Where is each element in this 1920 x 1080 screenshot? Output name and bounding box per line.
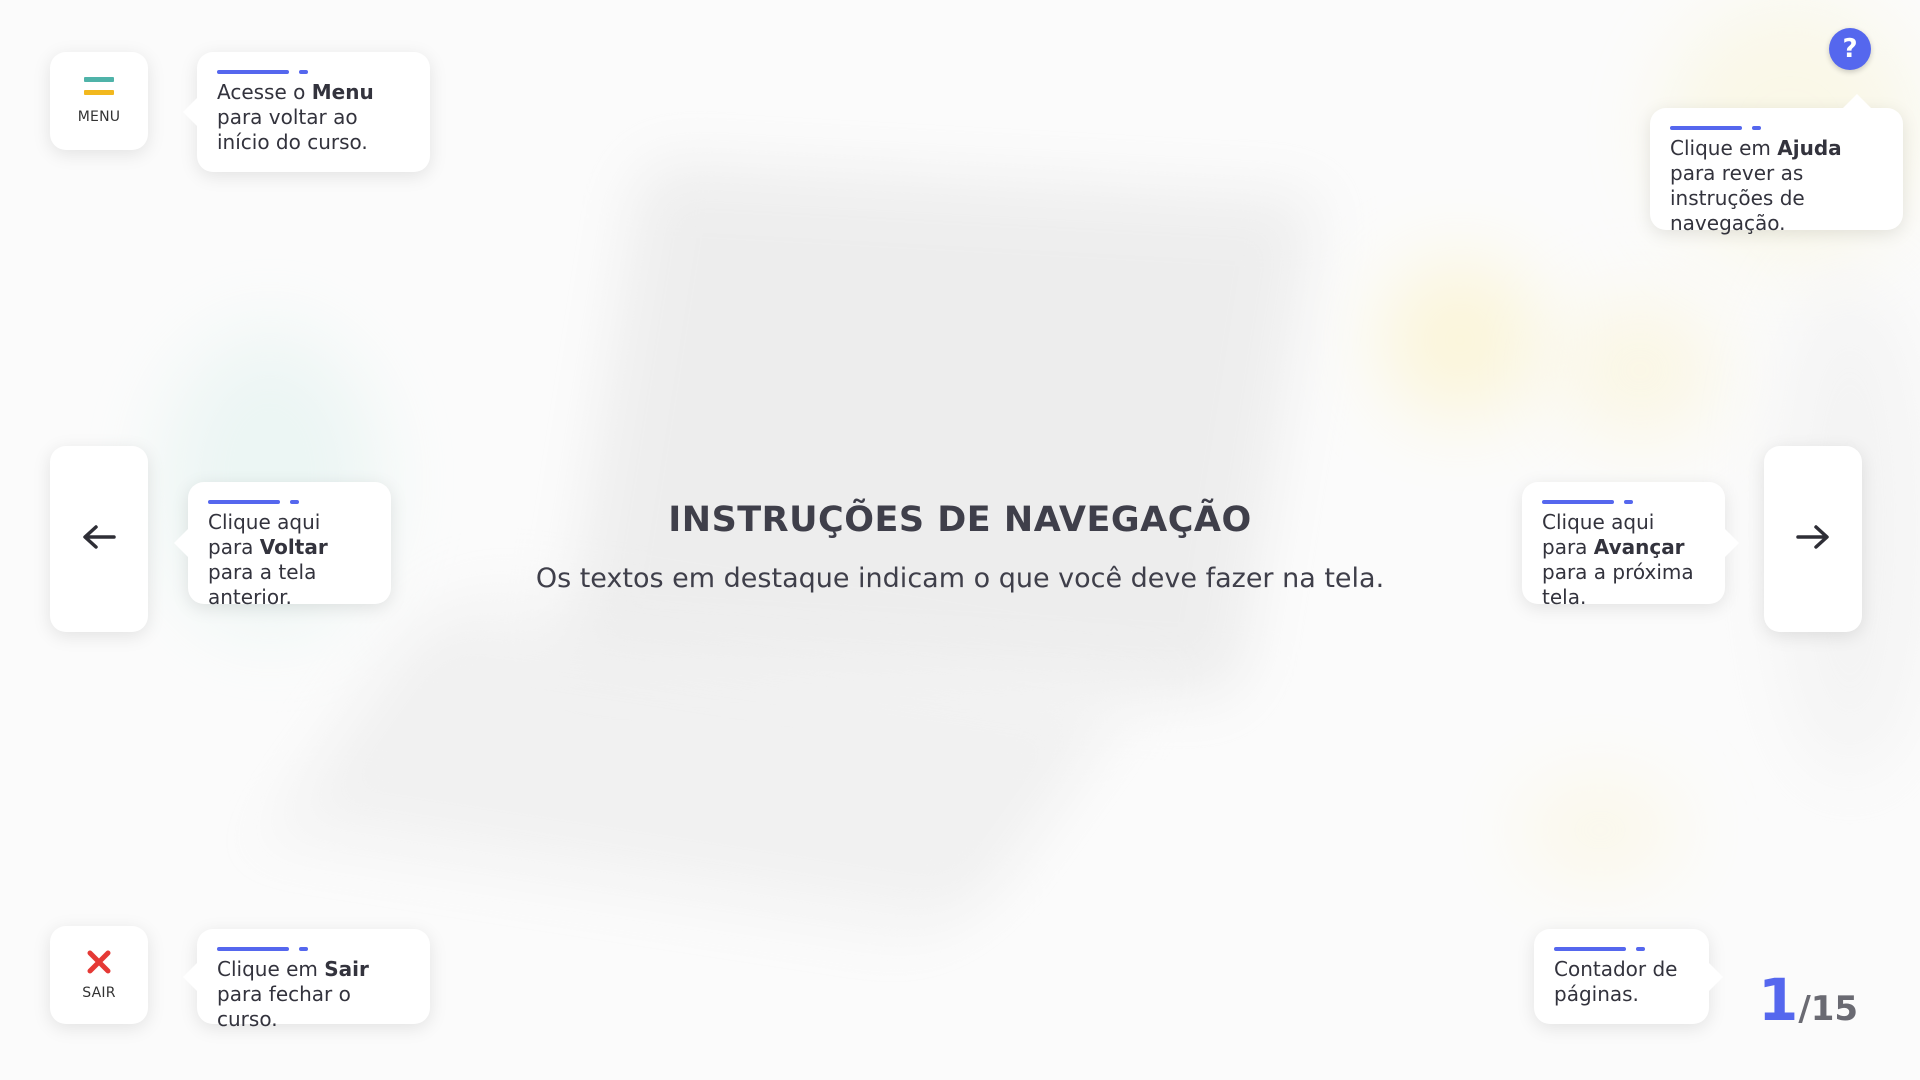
tooltip-text: Clique em Sair para fechar o curso.: [217, 957, 369, 1031]
close-icon: [86, 949, 112, 979]
exit-button[interactable]: SAIR: [50, 926, 148, 1024]
menu-button[interactable]: MENU: [50, 52, 148, 150]
page-subtitle: Os textos em destaque indicam o que você…: [535, 563, 1385, 594]
tooltip-text: Acesse o Menu para voltar ao início do c…: [217, 80, 374, 154]
menu-icon: [84, 77, 114, 103]
tooltip-accent-bars: [217, 947, 410, 951]
menu-tooltip: Acesse o Menu para voltar ao início do c…: [183, 52, 430, 172]
page-counter-current: 1: [1758, 966, 1799, 1034]
tooltip-accent-bars: [1670, 126, 1883, 130]
help-icon: ?: [1842, 34, 1858, 64]
tooltip-text: Clique em Ajuda para rever as instruções…: [1670, 136, 1842, 235]
help-button[interactable]: ?: [1829, 28, 1871, 70]
menu-label: MENU: [77, 109, 121, 125]
tooltip-text: Contador de páginas.: [1554, 957, 1678, 1006]
page-counter: 1 /15: [1758, 970, 1858, 1030]
tooltip-accent-bars: [217, 70, 410, 74]
help-tooltip: Clique em Ajuda para rever as instruções…: [1650, 94, 1903, 235]
exit-tooltip: Clique em Sair para fechar o curso.: [183, 929, 430, 1031]
page-title: INSTRUÇÕES DE NAVEGAÇÃO: [668, 500, 1252, 540]
exit-label: SAIR: [82, 985, 116, 1001]
page-counter-total: /15: [1798, 989, 1859, 1029]
counter-tooltip: Contador de páginas.: [1534, 929, 1723, 1024]
tooltip-accent-bars: [1554, 947, 1689, 951]
